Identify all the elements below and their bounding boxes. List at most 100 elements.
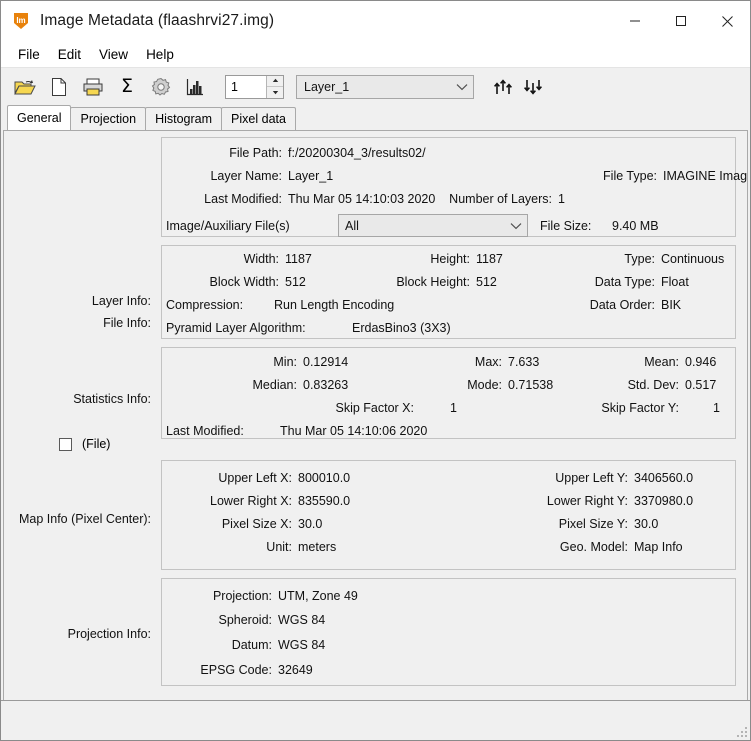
map-info-label: Map Info (Pixel Center): xyxy=(19,512,151,526)
image-metadata-window: Im Image Metadata (flaashrvi27.img) File… xyxy=(0,0,751,741)
menu-edit[interactable]: Edit xyxy=(49,44,90,65)
file-checkbox-row[interactable]: (File) xyxy=(59,437,110,451)
menu-view[interactable]: View xyxy=(90,44,137,65)
upper-left-y-value: 3406560.0 xyxy=(634,471,694,485)
skip-factor-row: Skip Factor X: 1 Skip Factor Y: 1 xyxy=(162,397,735,420)
tab-histogram[interactable]: Histogram xyxy=(145,107,223,130)
maximize-button[interactable] xyxy=(658,1,704,41)
sigma-icon[interactable]: Σ xyxy=(113,74,141,100)
min-label: Min: xyxy=(273,355,297,369)
spheroid-row: Spheroid: WGS 84 xyxy=(162,608,735,633)
sigma-glyph: Σ xyxy=(120,75,133,97)
layer-spinner[interactable]: 1 xyxy=(225,74,284,99)
file-info-label: File Info: xyxy=(103,316,151,330)
file-checkbox[interactable] xyxy=(59,437,72,451)
pixel-size-row: Pixel Size X: 30.0 Pixel Size Y: 30.0 xyxy=(162,513,735,536)
layer-info-label: Layer Info: xyxy=(91,294,151,308)
menu-help[interactable]: Help xyxy=(137,44,183,65)
projection-info-group: Projection: UTM, Zone 49 Spheroid: WGS 8… xyxy=(161,578,736,686)
width-label: Width: xyxy=(243,252,279,266)
file-size-label: File Size: xyxy=(540,219,592,233)
tab-general[interactable]: General xyxy=(7,105,72,130)
tab-strip: General Projection Histogram Pixel data xyxy=(1,105,750,130)
pixel-size-x-label: Pixel Size X: xyxy=(221,517,292,531)
datum-label: Datum: xyxy=(231,638,272,652)
map-info-group: Upper Left X: 800010.0 Upper Left Y: 340… xyxy=(161,460,736,570)
statistics-last-modified-label: Last Modified: xyxy=(166,424,244,438)
upper-left-x-label: Upper Left X: xyxy=(218,471,292,485)
skip-factor-x-label: Skip Factor X: xyxy=(335,401,415,415)
epsg-code-value: 32649 xyxy=(278,663,313,677)
height-label: Height: xyxy=(430,252,470,266)
unit-geomodel-row: Unit: meters Geo. Model: Map Info xyxy=(162,536,735,559)
min-max-mean-row: Min: 0.12914 Max: 7.633 Mean: 0.946 xyxy=(162,351,735,374)
layer-reorder-group xyxy=(490,74,550,100)
menu-file[interactable]: File xyxy=(9,44,49,65)
lower-right-x-label: Lower Right X: xyxy=(210,494,292,508)
layer-name-value: Layer_1 xyxy=(288,169,334,183)
file-info-group: File Path: f:/20200304_3/results02/ Laye… xyxy=(161,137,747,237)
statistics-last-modified-row: Last Modified: Thu Mar 05 14:10:06 2020 xyxy=(162,420,735,443)
arrows-down-icon[interactable] xyxy=(520,74,550,100)
lower-right-y-label: Lower Right Y: xyxy=(546,494,628,508)
upper-left-y-label: Upper Left Y: xyxy=(555,471,628,485)
file-type-value: IMAGINE Image xyxy=(663,169,748,183)
general-tab-panel: File Info: File Path: f:/20200304_3/resu… xyxy=(3,130,748,701)
file-path-value: f:/20200304_3/results02/ xyxy=(288,146,426,160)
svg-text:Im: Im xyxy=(16,16,25,25)
window-title: Image Metadata (flaashrvi27.img) xyxy=(40,12,275,29)
block-height-label: Block Height: xyxy=(396,275,470,289)
arrows-up-icon[interactable] xyxy=(490,74,520,100)
close-button[interactable] xyxy=(704,1,750,41)
max-label: Max: xyxy=(474,355,502,369)
data-order-label: Data Order: xyxy=(589,298,655,312)
tab-pixel-data[interactable]: Pixel data xyxy=(221,107,296,130)
layer-info-group: Width: 1187 Height: 1187 Type: Continuou… xyxy=(161,245,736,339)
file-checkbox-label: (File) xyxy=(82,437,111,451)
chevron-down-icon xyxy=(505,222,527,230)
toolbar: Σ 1 Layer_1 xyxy=(1,67,750,105)
file-size-value: 9.40 MB xyxy=(612,219,659,233)
file-path-row: File Path: f:/20200304_3/results02/ xyxy=(162,142,735,165)
unit-label: Unit: xyxy=(266,540,292,554)
menu-bar: File Edit View Help xyxy=(1,41,750,67)
layer-name-label: Layer Name: xyxy=(210,169,282,183)
median-value: 0.83263 xyxy=(303,378,349,392)
type-label: Type: xyxy=(624,252,655,266)
aux-files-select[interactable]: All xyxy=(338,214,528,237)
layer-spinner-value[interactable]: 1 xyxy=(226,75,266,98)
std-dev-value: 0.517 xyxy=(685,378,717,392)
statistics-last-modified-value: Thu Mar 05 14:10:06 2020 xyxy=(280,424,428,438)
projection-row: Projection: UTM, Zone 49 xyxy=(162,585,735,608)
title-bar: Im Image Metadata (flaashrvi27.img) xyxy=(1,1,750,41)
gear-icon[interactable] xyxy=(147,74,175,100)
skip-factor-y-label: Skip Factor Y: xyxy=(601,401,679,415)
compression-label: Compression: xyxy=(166,298,244,312)
status-bar xyxy=(1,700,750,740)
compression-row: Compression: Run Length Encoding Data Or… xyxy=(162,294,735,317)
open-folder-icon[interactable] xyxy=(11,74,39,100)
layer-select[interactable]: Layer_1 xyxy=(296,74,474,99)
spinner-down-button[interactable] xyxy=(267,86,283,98)
resize-grip[interactable] xyxy=(735,725,747,737)
minimize-button[interactable] xyxy=(612,1,658,41)
tab-projection[interactable]: Projection xyxy=(70,107,147,130)
number-of-layers-value: 1 xyxy=(558,192,565,206)
height-value: 1187 xyxy=(476,252,503,266)
new-file-icon[interactable] xyxy=(45,74,73,100)
chevron-down-icon xyxy=(451,83,473,91)
geo-model-label: Geo. Model: xyxy=(559,540,628,554)
aux-files-select-value: All xyxy=(345,218,359,233)
mode-value: 0.71538 xyxy=(508,378,554,392)
print-icon[interactable] xyxy=(79,74,107,100)
lower-right-row: Lower Right X: 835590.0 Lower Right Y: 3… xyxy=(162,490,735,513)
layer-select-value: Layer_1 xyxy=(304,79,350,94)
mean-value: 0.946 xyxy=(685,355,717,369)
pixel-size-y-value: 30.0 xyxy=(634,517,659,531)
median-label: Median: xyxy=(252,378,297,392)
histogram-icon[interactable] xyxy=(181,74,209,100)
epsg-code-label: EPSG Code: xyxy=(200,663,272,677)
mode-label: Mode: xyxy=(467,378,502,392)
spinner-up-button[interactable] xyxy=(267,75,283,86)
last-modified-row: Last Modified: Thu Mar 05 14:10:03 2020 … xyxy=(162,188,735,211)
